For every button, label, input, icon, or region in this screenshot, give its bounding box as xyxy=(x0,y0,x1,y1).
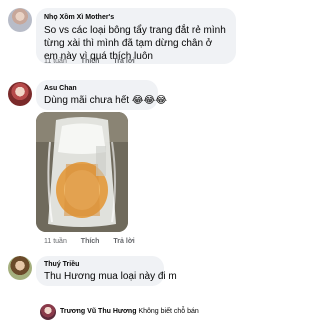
reply-button[interactable]: Trả lời xyxy=(113,58,134,65)
like-button[interactable]: Thích xyxy=(81,238,100,245)
commenter-avatar[interactable] xyxy=(8,256,32,280)
comment-timestamp[interactable]: 11 tuần xyxy=(44,238,67,245)
comment-bubble: Thuý Triều Thu Hương mua loại này đi m xyxy=(36,256,177,286)
comment-bubble: Nhọ Xồm Xì Mother's So vs các loại bông … xyxy=(36,8,236,64)
comment-photo[interactable] xyxy=(36,112,128,232)
comment-actions: 11 tuần Thích Trả lời xyxy=(44,238,147,245)
like-button[interactable]: Thích xyxy=(81,58,100,65)
comment-text: Dùng mãi chưa hết 😂😂😂 xyxy=(44,95,167,106)
comment-author[interactable]: Asu Chan xyxy=(44,84,150,93)
comment-author[interactable]: Nhọ Xồm Xì Mother's xyxy=(44,13,228,22)
reply-author: Trương Vũ Thu Hương xyxy=(60,308,137,315)
reply-preview[interactable]: Trương Vũ Thu Hương Không biết chỗ bán xyxy=(60,308,199,315)
commenter-avatar[interactable] xyxy=(8,82,32,106)
reply-button[interactable]: Trả lời xyxy=(113,238,134,245)
comment-author[interactable]: Thuý Triều xyxy=(44,260,156,269)
comment-text: Thu Hương mua loại này đi m xyxy=(44,271,177,282)
commenter-avatar[interactable] xyxy=(8,8,32,32)
comment-timestamp[interactable]: 11 tuần xyxy=(44,58,67,65)
comment-bubble: Asu Chan Dùng mãi chưa hết 😂😂😂 xyxy=(36,80,167,110)
reply-text: Không biết chỗ bán xyxy=(138,308,199,315)
reply-avatar[interactable] xyxy=(40,304,56,320)
cotton-pads-bag-image xyxy=(36,112,128,232)
comment-actions: 11 tuần Thích Trả lời xyxy=(44,58,147,65)
